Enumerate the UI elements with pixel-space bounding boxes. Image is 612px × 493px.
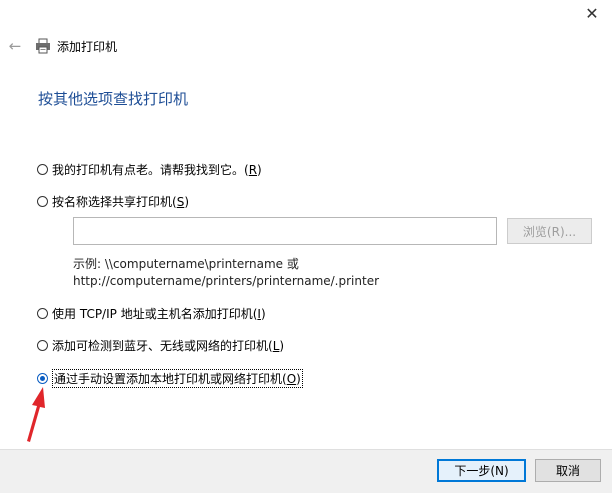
printer-icon xyxy=(36,38,50,54)
option-shared-printer[interactable]: 按名称选择共享打印机 (S) xyxy=(37,193,189,210)
share-example-text: 示例: \\computername\printername 或 http://… xyxy=(73,256,379,290)
option-accel: (L) xyxy=(268,338,285,353)
option-accel: (R) xyxy=(244,162,262,177)
option-label: 我的打印机有点老。请帮我找到它。 xyxy=(52,163,245,177)
back-button[interactable]: ← xyxy=(6,37,24,55)
radio-button[interactable] xyxy=(37,164,48,175)
focused-option-label: 通过手动设置添加本地打印机或网络打印机(O) xyxy=(52,369,303,388)
next-button[interactable]: 下一步(N) xyxy=(437,459,526,482)
window-title: 添加打印机 xyxy=(57,40,118,54)
option-label: 按名称选择共享打印机 xyxy=(52,195,173,209)
option-label: 通过手动设置添加本地打印机或网络打印机 xyxy=(54,372,283,386)
browse-button[interactable]: 浏览(R)... xyxy=(507,218,592,244)
radio-button[interactable] xyxy=(37,340,48,351)
option-accel: (S) xyxy=(172,194,190,209)
red-arrow-annotation-icon xyxy=(27,387,45,442)
radio-button-selected[interactable] xyxy=(37,373,48,384)
example-line-1: 示例: \\computername\printername 或 xyxy=(73,257,299,271)
shared-printer-name-input[interactable] xyxy=(73,217,497,245)
option-label: 使用 TCP/IP 地址或主机名添加打印机 xyxy=(52,307,253,321)
page-heading: 按其他选项查找打印机 xyxy=(38,90,189,108)
option-label: 添加可检测到蓝牙、无线或网络的打印机 xyxy=(52,339,269,353)
back-arrow-icon: ← xyxy=(8,37,22,55)
option-bluetooth-wireless-printer[interactable]: 添加可检测到蓝牙、无线或网络的打印机 (L) xyxy=(37,337,284,354)
option-tcpip-printer[interactable]: 使用 TCP/IP 地址或主机名添加打印机 (I) xyxy=(37,305,266,322)
radio-button[interactable] xyxy=(37,308,48,319)
close-glyph: ✕ xyxy=(585,3,599,23)
option-old-printer[interactable]: 我的打印机有点老。请帮我找到它。 (R) xyxy=(37,161,262,178)
cancel-button[interactable]: 取消 xyxy=(535,459,601,482)
radio-button[interactable] xyxy=(37,196,48,207)
option-manual-local-printer[interactable]: 通过手动设置添加本地打印机或网络打印机(O) xyxy=(37,369,303,388)
option-accel: O xyxy=(286,372,297,386)
example-line-2: http://computername/printers/printername… xyxy=(73,274,380,288)
option-accel: (I) xyxy=(252,306,266,321)
close-icon[interactable]: ✕ xyxy=(580,2,604,24)
